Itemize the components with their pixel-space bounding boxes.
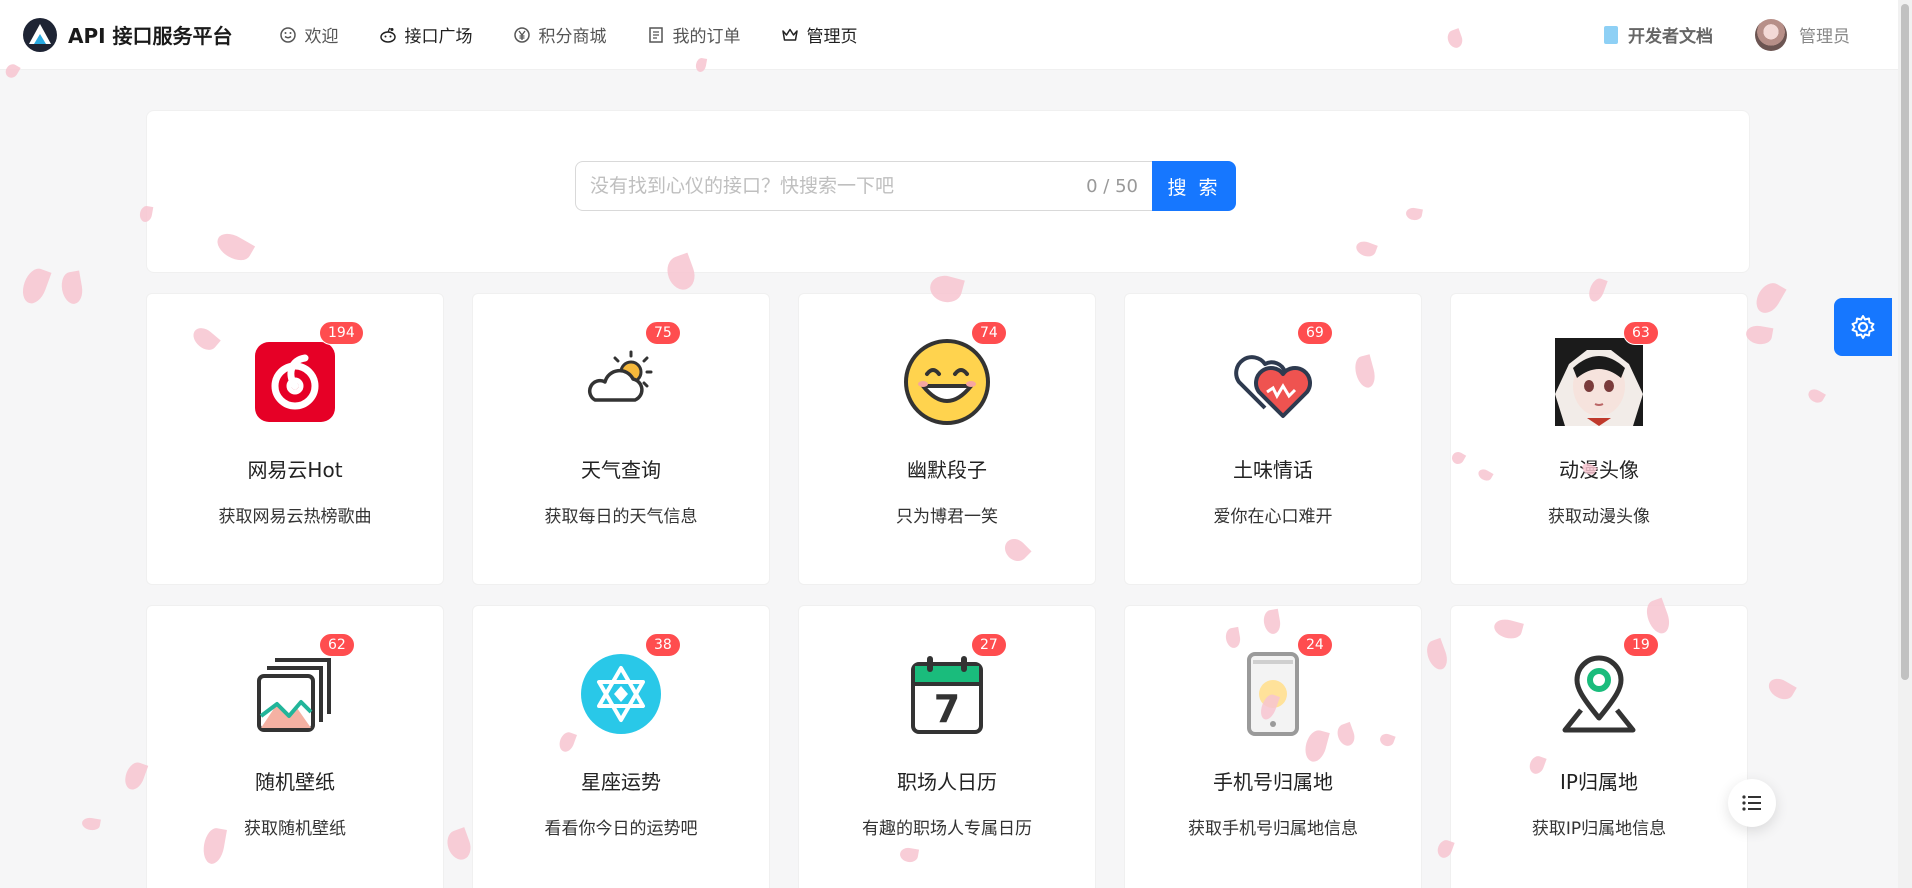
search-char-count: 0 / 50	[1086, 175, 1138, 197]
card-title: 职场人日历	[897, 770, 997, 794]
card-title: 天气查询	[581, 458, 661, 482]
card-title: IP归属地	[1560, 770, 1638, 794]
nav-item-my-orders[interactable]: 我的订单	[627, 0, 761, 70]
float-menu-button[interactable]	[1728, 779, 1776, 827]
call-count-badge: 27	[971, 633, 1007, 657]
api-card-horoscope[interactable]: 38 星座运势 看看你今日的运势吧	[472, 605, 770, 888]
card-description: 获取随机壁纸	[244, 819, 346, 839]
nav-item-label: 接口广场	[404, 27, 473, 47]
search-panel: 0 / 50 搜 索	[146, 110, 1750, 273]
scrollbar-thumb[interactable]	[1901, 4, 1909, 680]
api-card-netease-hot[interactable]: 194 网易云Hot 获取网易云热榜歌曲	[146, 293, 444, 585]
petal	[1765, 674, 1797, 704]
api-card-grid: 194 网易云Hot 获取网易云热榜歌曲 75 天气查询 获取每日的天气信息 7…	[146, 293, 1750, 888]
petal	[1751, 278, 1787, 318]
anime-avatar-icon	[1555, 338, 1643, 426]
call-count-badge: 24	[1297, 633, 1333, 657]
nav-item-api-square[interactable]: 接口广场	[359, 0, 493, 70]
gear-icon	[1851, 315, 1875, 339]
card-description: 爱你在心口难开	[1213, 507, 1333, 527]
petal	[694, 57, 708, 73]
card-description: 只为博君一笑	[896, 507, 998, 527]
api-card-love-words[interactable]: 69 土味情话 爱你在心口难开	[1124, 293, 1422, 585]
card-description: 获取每日的天气信息	[544, 507, 698, 527]
order-list-icon	[648, 26, 663, 43]
app-title: API 接口服务平台	[68, 24, 233, 48]
card-title: 手机号归属地	[1213, 770, 1333, 794]
card-description: 获取动漫头像	[1548, 507, 1650, 527]
nav-item-admin[interactable]: 管理页	[761, 0, 878, 70]
user-name: 管理员	[1799, 27, 1850, 47]
nav-item-label: 我的订单	[672, 27, 741, 47]
call-count-badge: 38	[645, 633, 681, 657]
main-nav: 欢迎 接口广场 积分商城 我的订单 管理页	[259, 0, 878, 70]
hearts-icon	[1234, 355, 1312, 418]
weather-icon	[588, 350, 653, 402]
petal	[81, 816, 101, 832]
api-card-humor[interactable]: 74 幽默段子 只为博君一笑	[798, 293, 1096, 585]
call-count-badge: 75	[645, 321, 681, 345]
card-description: 获取IP归属地信息	[1531, 819, 1667, 839]
petal	[18, 265, 52, 307]
smile-icon	[279, 26, 296, 43]
call-count-badge: 194	[319, 321, 364, 345]
nav-item-label: 管理页	[806, 27, 858, 47]
api-card-work-calendar[interactable]: 7 27 职场人日历 有趣的职场人专属日历	[798, 605, 1096, 888]
user-menu[interactable]: 管理员	[1755, 18, 1850, 51]
star-of-david-icon	[581, 654, 661, 734]
call-count-badge: 63	[1623, 321, 1659, 345]
card-title: 网易云Hot	[247, 458, 343, 482]
nav-item-welcome[interactable]: 欢迎	[259, 0, 359, 70]
call-count-badge: 19	[1623, 633, 1659, 657]
header-right: 开发者文档 管理员	[1604, 18, 1850, 51]
api-card-weather[interactable]: 75 天气查询 获取每日的天气信息	[472, 293, 770, 585]
petal	[1806, 386, 1826, 406]
calendar-day: 7	[934, 687, 960, 731]
api-card-anime-avatar[interactable]: 63 动漫头像 获取动漫头像	[1450, 293, 1748, 585]
yen-circle-icon	[513, 26, 530, 43]
search-button[interactable]: 搜 索	[1152, 161, 1236, 211]
call-count-badge: 69	[1297, 321, 1333, 345]
logo-icon	[23, 17, 57, 52]
nav-item-points-mall[interactable]: 积分商城	[493, 0, 627, 70]
search-input-wrapper: 0 / 50	[575, 161, 1152, 211]
api-card-ip-location[interactable]: 19 IP归属地 获取IP归属地信息	[1450, 605, 1748, 888]
petal	[121, 759, 149, 793]
card-description: 看看你今日的运势吧	[544, 819, 698, 839]
nav-item-label: 欢迎	[304, 27, 339, 47]
wallpaper-icon	[257, 658, 331, 732]
petal	[59, 270, 85, 306]
card-description: 获取手机号归属地信息	[1188, 819, 1358, 839]
calendar-icon: 7	[911, 656, 983, 734]
search-box: 0 / 50 搜 索	[575, 161, 1236, 211]
brand[interactable]: API 接口服务平台	[22, 17, 233, 53]
api-card-phone-location[interactable]: 24 手机号归属地 获取手机号归属地信息	[1124, 605, 1422, 888]
location-pin-icon	[1562, 655, 1636, 733]
call-count-badge: 62	[319, 633, 355, 657]
page-scrollbar[interactable]	[1898, 0, 1912, 888]
list-icon	[1742, 795, 1761, 811]
card-title: 随机壁纸	[255, 770, 335, 794]
card-title: 动漫头像	[1559, 458, 1639, 482]
top-nav-bar: API 接口服务平台 欢迎 接口广场 积分商城 我的订单 管理页 开发者文档 管…	[0, 0, 1898, 70]
settings-button[interactable]	[1834, 298, 1892, 356]
book-icon	[1604, 25, 1618, 44]
call-count-badge: 74	[971, 321, 1007, 345]
card-title: 土味情话	[1233, 458, 1313, 482]
developer-docs-link[interactable]: 开发者文档	[1604, 22, 1713, 47]
card-title: 幽默段子	[907, 458, 987, 482]
nav-item-label: 积分商城	[538, 27, 607, 47]
smile-face-icon	[904, 339, 990, 425]
api-card-random-wallpaper[interactable]: 62 随机壁纸 获取随机壁纸	[146, 605, 444, 888]
search-input[interactable]	[590, 175, 1087, 197]
crown-icon	[781, 28, 798, 41]
avatar	[1755, 18, 1787, 51]
docs-label: 开发者文档	[1628, 27, 1713, 47]
card-description: 获取网易云热榜歌曲	[218, 507, 372, 527]
card-description: 有趣的职场人专属日历	[862, 819, 1032, 839]
reddit-icon	[379, 27, 396, 43]
netease-music-icon	[255, 342, 335, 422]
card-title: 星座运势	[581, 770, 661, 794]
